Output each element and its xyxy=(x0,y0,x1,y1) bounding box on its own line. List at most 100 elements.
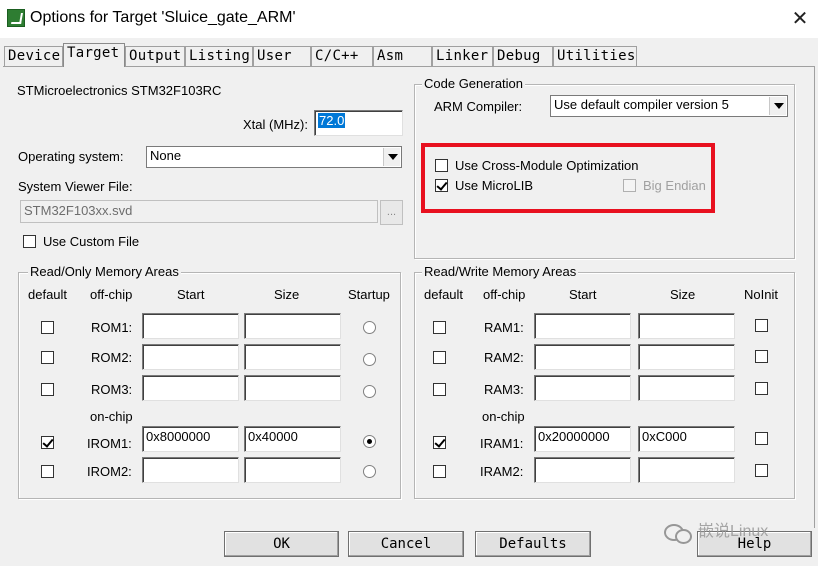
ro-header-startup: Startup xyxy=(348,287,390,302)
watermark: 嵌说Linux xyxy=(664,517,769,544)
rom3-default-checkbox[interactable] xyxy=(41,383,54,396)
iram2-default-checkbox[interactable] xyxy=(433,465,446,478)
rw-header-noinit: NoInit xyxy=(744,287,778,302)
rom2-size-input[interactable] xyxy=(244,344,341,370)
ram1-default-checkbox[interactable] xyxy=(433,321,446,334)
irom2-startup-radio[interactable] xyxy=(363,465,376,478)
iram2-size-input[interactable] xyxy=(638,457,735,483)
chevron-down-icon[interactable] xyxy=(769,97,786,115)
rw-header-size: Size xyxy=(670,287,696,302)
rom2-start-input[interactable] xyxy=(142,344,239,370)
tab-utilities[interactable]: Utilities xyxy=(553,46,637,66)
compiler-label: ARM Compiler: xyxy=(434,99,523,114)
iram1-start-input[interactable]: 0x20000000 xyxy=(534,426,631,452)
tab-device[interactable]: Device xyxy=(4,46,63,66)
os-select[interactable]: None xyxy=(146,146,402,168)
close-icon[interactable]: ✕ xyxy=(790,6,810,31)
ram2-label: RAM2: xyxy=(484,350,524,365)
tab-user[interactable]: User xyxy=(253,46,311,66)
rom1-label: ROM1: xyxy=(91,320,133,335)
irom1-start-input[interactable]: 0x8000000 xyxy=(142,426,239,452)
device-name: STMicroelectronics STM32F103RC xyxy=(17,83,222,98)
ram2-noinit-checkbox[interactable] xyxy=(755,350,768,363)
chevron-down-icon[interactable] xyxy=(383,148,400,166)
rw-header-default: default xyxy=(424,287,464,302)
iram1-label: IRAM1: xyxy=(480,436,524,451)
tab-linker[interactable]: Linker xyxy=(432,46,493,66)
irom2-default-checkbox[interactable] xyxy=(41,465,54,478)
rw-header-start: Start xyxy=(569,287,597,302)
keil-app-icon xyxy=(7,9,25,27)
svd-file-field: STM32F103xx.svd xyxy=(20,200,378,223)
irom2-label: IROM2: xyxy=(87,464,132,479)
rom3-start-input[interactable] xyxy=(142,375,239,401)
rom3-startup-radio[interactable] xyxy=(363,385,376,398)
code-generation-title: Code Generation xyxy=(422,76,526,91)
rom2-default-checkbox[interactable] xyxy=(41,351,54,364)
ram2-start-input[interactable] xyxy=(534,344,631,370)
iram2-start-input[interactable] xyxy=(534,457,631,483)
ram1-noinit-checkbox[interactable] xyxy=(755,319,768,332)
rw-onchip-label: on-chip xyxy=(482,409,525,424)
xtal-label: Xtal (MHz): xyxy=(243,117,308,132)
rom1-startup-radio[interactable] xyxy=(363,321,376,334)
ro-memory-title: Read/Only Memory Areas xyxy=(28,264,181,279)
irom1-label: IROM1: xyxy=(87,436,132,451)
rom1-start-input[interactable] xyxy=(142,313,239,339)
ram3-noinit-checkbox[interactable] xyxy=(755,382,768,395)
highlight-box xyxy=(421,143,715,213)
wechat-icon xyxy=(664,522,694,544)
compiler-select[interactable]: Use default compiler version 5 xyxy=(550,95,788,117)
ro-onchip-label: on-chip xyxy=(90,409,133,424)
rom1-default-checkbox[interactable] xyxy=(41,321,54,334)
tab-output[interactable]: Output xyxy=(125,46,185,66)
panel-edge xyxy=(814,66,815,528)
irom1-startup-radio[interactable] xyxy=(363,435,376,448)
rom3-label: ROM3: xyxy=(91,382,133,397)
rom2-startup-radio[interactable] xyxy=(363,353,376,366)
xtal-input[interactable]: 72.0 xyxy=(314,110,403,136)
rom3-size-input[interactable] xyxy=(244,375,341,401)
iram2-noinit-checkbox[interactable] xyxy=(755,464,768,477)
irom2-size-input[interactable] xyxy=(244,457,341,483)
ram3-label: RAM3: xyxy=(484,382,524,397)
watermark-text: 嵌说Linux xyxy=(698,523,769,540)
ok-button[interactable]: OK xyxy=(224,531,339,557)
rw-header-offchip: off-chip xyxy=(483,287,526,302)
irom2-start-input[interactable] xyxy=(142,457,239,483)
ro-header-start: Start xyxy=(177,287,205,302)
window-title: Options for Target 'Sluice_gate_ARM' xyxy=(30,9,296,26)
ram1-start-input[interactable] xyxy=(534,313,631,339)
irom1-size-input[interactable]: 0x40000 xyxy=(244,426,341,452)
tab-target[interactable]: Target xyxy=(63,43,125,67)
ram1-label: RAM1: xyxy=(484,320,524,335)
rw-memory-title: Read/Write Memory Areas xyxy=(422,264,579,279)
iram1-size-input[interactable]: 0xC000 xyxy=(638,426,735,452)
ram2-size-input[interactable] xyxy=(638,344,735,370)
ro-header-default: default xyxy=(28,287,68,302)
os-label: Operating system: xyxy=(18,149,124,164)
ro-header-offchip: off-chip xyxy=(90,287,133,302)
ram3-size-input[interactable] xyxy=(638,375,735,401)
ro-header-size: Size xyxy=(274,287,300,302)
tab-asm[interactable]: Asm xyxy=(373,46,432,66)
rom1-size-input[interactable] xyxy=(244,313,341,339)
ram1-size-input[interactable] xyxy=(638,313,735,339)
tab-listing[interactable]: Listing xyxy=(185,46,253,66)
tab-debug[interactable]: Debug xyxy=(493,46,553,66)
tab-c-cpp[interactable]: C/C++ xyxy=(311,46,373,66)
iram2-label: IRAM2: xyxy=(480,464,524,479)
iram1-default-checkbox[interactable] xyxy=(433,436,446,449)
ram3-default-checkbox[interactable] xyxy=(433,383,446,396)
svd-label: System Viewer File: xyxy=(18,179,133,194)
iram1-noinit-checkbox[interactable] xyxy=(755,432,768,445)
ram3-start-input[interactable] xyxy=(534,375,631,401)
custom-file-label: Use Custom File xyxy=(43,234,140,249)
cancel-button[interactable]: Cancel xyxy=(348,531,464,557)
custom-file-checkbox[interactable] xyxy=(23,235,36,248)
browse-button: ... xyxy=(380,200,403,225)
ram2-default-checkbox[interactable] xyxy=(433,351,446,364)
defaults-button[interactable]: Defaults xyxy=(475,531,591,557)
rom2-label: ROM2: xyxy=(91,350,133,365)
irom1-default-checkbox[interactable] xyxy=(41,436,54,449)
